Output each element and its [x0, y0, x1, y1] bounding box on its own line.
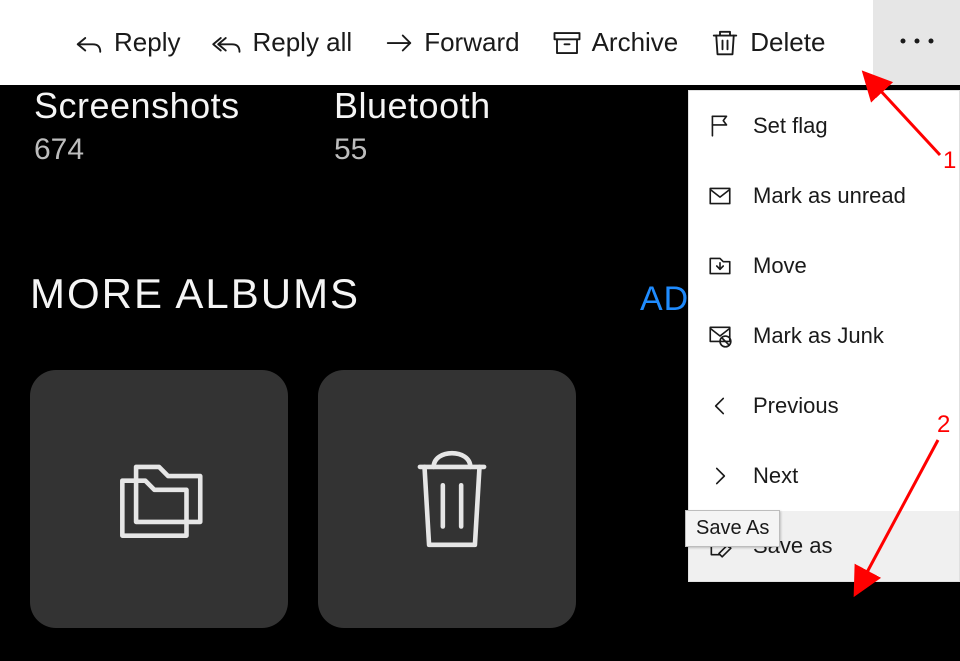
menu-label: Previous [753, 393, 839, 419]
menu-item-mark-unread[interactable]: Mark as unread [689, 161, 959, 231]
reply-label: Reply [114, 27, 180, 58]
menu-item-mark-junk[interactable]: Mark as Junk [689, 301, 959, 371]
flag-icon [707, 113, 733, 139]
reply-all-icon [212, 28, 242, 58]
folder-name: Bluetooth [334, 85, 554, 127]
forward-icon [384, 28, 414, 58]
folder-count: 55 [334, 133, 554, 167]
junk-icon [707, 323, 733, 349]
add-album-button[interactable]: AD [640, 280, 689, 319]
album-trash[interactable] [318, 370, 576, 628]
more-button[interactable] [872, 0, 960, 85]
tooltip-save-as: Save As [685, 510, 780, 547]
ellipsis-icon [897, 33, 937, 53]
chevron-left-icon [707, 393, 733, 419]
more-menu: Set flag Mark as unread Move Mark as Jun… [688, 90, 960, 582]
delete-icon [710, 28, 740, 58]
menu-item-move[interactable]: Move [689, 231, 959, 301]
envelope-icon [707, 183, 733, 209]
folder-name: Screenshots [34, 85, 254, 127]
menu-item-next[interactable]: Next [689, 441, 959, 511]
album-folders[interactable] [30, 370, 288, 628]
menu-label: Move [753, 253, 807, 279]
forward-label: Forward [424, 27, 519, 58]
chevron-right-icon [707, 463, 733, 489]
delete-button[interactable]: Delete [694, 0, 841, 85]
archive-icon [552, 28, 582, 58]
menu-item-previous[interactable]: Previous [689, 371, 959, 441]
menu-label: Mark as Junk [753, 323, 884, 349]
toolbar: Reply Reply all Forward Archive Delete [0, 0, 960, 85]
menu-label: Set flag [753, 113, 828, 139]
menu-item-set-flag[interactable]: Set flag [689, 91, 959, 161]
menu-label: Mark as unread [753, 183, 906, 209]
menu-label: Next [753, 463, 798, 489]
archive-button[interactable]: Archive [536, 0, 695, 85]
archive-label: Archive [592, 27, 679, 58]
folders-icon [104, 444, 214, 554]
trash-icon [397, 444, 497, 554]
section-title: MORE ALBUMS [30, 270, 360, 318]
reply-all-label: Reply all [252, 27, 352, 58]
reply-all-button[interactable]: Reply all [196, 0, 368, 85]
forward-button[interactable]: Forward [368, 0, 535, 85]
delete-label: Delete [750, 27, 825, 58]
move-icon [707, 253, 733, 279]
reply-button[interactable]: Reply [58, 0, 196, 85]
folder-count: 674 [34, 133, 254, 167]
reply-icon [74, 28, 104, 58]
